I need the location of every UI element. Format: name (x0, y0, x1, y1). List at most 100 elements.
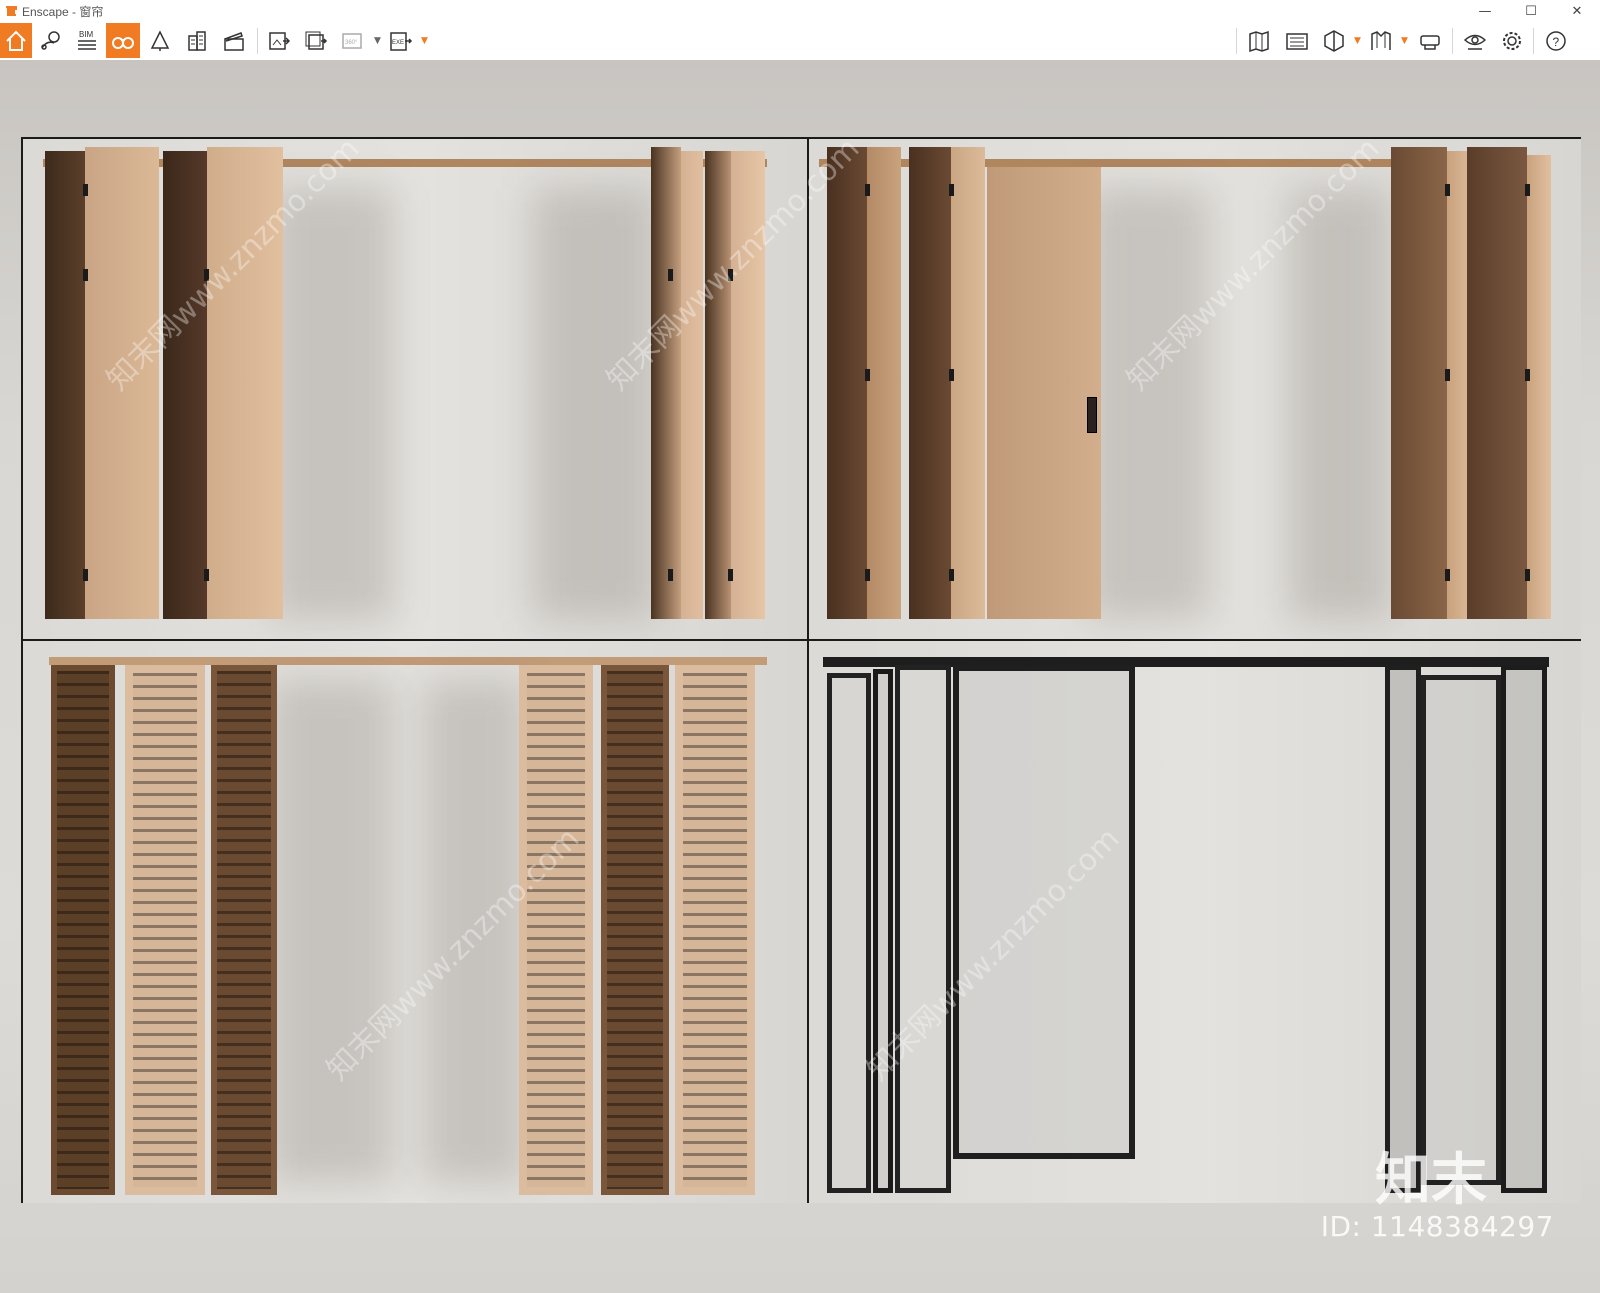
louvered-door-panel (125, 665, 205, 1195)
door-shadow (533, 189, 653, 619)
hinge (1445, 184, 1450, 196)
door-grid (21, 137, 1581, 1203)
hinge (949, 369, 954, 381)
hinge (83, 184, 88, 196)
door-shadow (273, 681, 393, 1181)
toolbar-separator (1452, 28, 1453, 54)
chevron-down-icon[interactable]: ▼ (1401, 36, 1408, 46)
hinge (1445, 569, 1450, 581)
door-panel (1391, 147, 1447, 619)
hinge (865, 569, 870, 581)
hinge (1525, 569, 1530, 581)
gear-icon (1503, 31, 1521, 50)
video-editor-button[interactable] (217, 23, 251, 58)
asset-library-button[interactable] (1280, 23, 1314, 58)
hinge (1525, 369, 1530, 381)
bim-button[interactable]: BIM (70, 23, 104, 58)
door-track (49, 657, 767, 665)
render-viewport[interactable]: 知末网www.znzmo.com 知末网www.znzmo.com 知末网www… (0, 60, 1600, 1293)
building-button[interactable] (180, 23, 214, 58)
cell-glass-folding-doors (809, 641, 1581, 1203)
minimize-button[interactable]: — (1462, 0, 1508, 22)
light-button[interactable] (143, 23, 177, 58)
hinge (668, 269, 673, 281)
help-icon: ? (1546, 30, 1566, 51)
glass-door-panel (827, 673, 871, 1193)
hinge (83, 269, 88, 281)
panorama-button[interactable]: 360° (336, 23, 370, 58)
door-panel (909, 147, 951, 619)
louvered-door-panel (519, 665, 593, 1195)
material-button[interactable] (1317, 23, 1351, 58)
maximize-button[interactable]: ☐ (1508, 0, 1554, 22)
door-panel (681, 151, 703, 619)
location-button[interactable] (34, 23, 68, 58)
hinge (204, 569, 209, 581)
louvered-door-panel (51, 665, 115, 1195)
chevron-down-icon[interactable]: ▼ (421, 36, 428, 46)
hinge (668, 569, 673, 581)
chevron-down-icon[interactable]: ▼ (374, 36, 381, 46)
glass-door-panel (1421, 675, 1501, 1185)
door-shadow (273, 189, 393, 619)
clapperboard-icon (224, 31, 244, 51)
cell-louvered-doors (23, 641, 807, 1203)
door-shadow (1089, 189, 1209, 619)
upload-button[interactable] (1364, 23, 1398, 58)
watermark-logo: 知末 (1375, 1148, 1487, 1213)
batch-render-button[interactable] (299, 23, 333, 58)
door-panel (827, 147, 867, 619)
cube-icon (1324, 29, 1344, 52)
door-panel (705, 151, 731, 619)
grid-divider-vertical (807, 139, 809, 1201)
hinge (1525, 184, 1530, 196)
glass-door-panel (1501, 665, 1547, 1193)
door-panel (163, 151, 207, 619)
toolbar-separator (257, 28, 258, 54)
screenshot-button[interactable] (262, 23, 296, 58)
window-title: Enscape - 窗帘 (22, 4, 104, 19)
door-panel (651, 147, 681, 619)
cell-wood-folding-doors (23, 139, 807, 639)
toolbar-separator (1236, 28, 1237, 54)
door-panel (1527, 155, 1551, 619)
settings-button[interactable] (1495, 23, 1529, 58)
chevron-down-icon[interactable]: ▼ (1354, 36, 1361, 46)
home-button[interactable] (0, 23, 32, 58)
upload-icon (1371, 30, 1391, 50)
map-icon (1249, 30, 1269, 52)
hinge (83, 569, 88, 581)
building-icon (188, 30, 206, 51)
vr-headset-icon (1420, 34, 1440, 50)
home-icon (6, 30, 26, 51)
help-button[interactable]: ? (1539, 23, 1573, 58)
binoculars-icon (112, 36, 134, 49)
view-mode-button[interactable] (106, 23, 140, 58)
exe-export-icon: EXE (390, 31, 413, 51)
vr-button[interactable] (1413, 23, 1447, 58)
louvered-door-panel (601, 665, 669, 1195)
asset-library-icon (1286, 32, 1308, 50)
hinge (728, 569, 733, 581)
door-panel (45, 151, 85, 619)
close-button[interactable]: ✕ (1554, 0, 1600, 22)
batch-export-icon (305, 31, 328, 50)
svg-text:BIM: BIM (79, 30, 94, 39)
door-panel (1447, 151, 1467, 619)
exe-export-button[interactable]: EXE (384, 23, 418, 58)
bim-list-icon: BIM (78, 30, 96, 50)
toolbar-separator (1533, 28, 1534, 54)
image-export-icon (269, 31, 291, 50)
enscape-logo-icon (6, 6, 17, 16)
svg-text:360°: 360° (345, 40, 358, 46)
title-bar: Enscape - 窗帘 — ☐ ✕ (0, 0, 1600, 22)
visual-settings-button[interactable] (1458, 23, 1492, 58)
glass-door-panel (895, 665, 951, 1193)
panorama-360-icon: 360° (342, 32, 362, 49)
map-button[interactable] (1243, 23, 1277, 58)
hinge (865, 184, 870, 196)
door-shadow (1289, 189, 1389, 619)
map-pin-icon (41, 30, 60, 50)
grid-divider-horizontal (23, 639, 1579, 641)
eye-settings-icon (1463, 34, 1487, 50)
